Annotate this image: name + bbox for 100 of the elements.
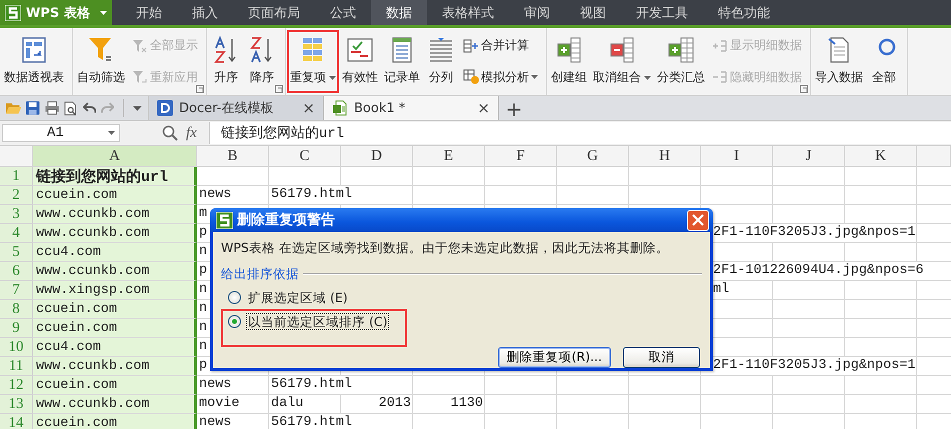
- menu-tab[interactable]: 视图: [565, 0, 621, 25]
- dialog-launcher-icon[interactable]: [800, 85, 808, 93]
- table-cell[interactable]: 链接到您网站的url: [33, 167, 197, 186]
- document-tab[interactable]: Docer-在线模板 ×: [149, 96, 324, 120]
- row-header[interactable]: 10: [0, 338, 33, 357]
- app-logo-icon: [5, 4, 21, 20]
- formula-field[interactable]: 链接到您网站的url: [208, 122, 951, 144]
- table-cell[interactable]: ccu4.com: [33, 338, 197, 357]
- radio-option[interactable]: 扩展选定区域 (E): [228, 289, 350, 306]
- row-header[interactable]: 8: [0, 300, 33, 319]
- column-header[interactable]: H: [629, 146, 701, 167]
- column-header[interactable]: J: [773, 146, 845, 167]
- ribbon-button[interactable]: 记录单: [381, 30, 423, 93]
- ribbon-button[interactable]: 升序: [208, 30, 244, 93]
- table-cell[interactable]: ccuein.com: [33, 300, 197, 319]
- menu-tab[interactable]: 数据: [371, 0, 427, 25]
- row-header[interactable]: 4: [0, 224, 33, 243]
- document-badge-icon: [157, 100, 173, 116]
- dialog-launcher-icon[interactable]: [275, 85, 283, 93]
- menu-tab[interactable]: 表格样式: [427, 0, 509, 25]
- menu-tab[interactable]: 插入: [177, 0, 233, 25]
- menu-tab[interactable]: 开发工具: [621, 0, 703, 25]
- dialog-message: WPS表格 在选定区域旁找到数据。由于您未选定此数据，因此无法将其删除。: [221, 240, 670, 255]
- subtotal-icon: [666, 35, 696, 65]
- radio-button[interactable]: [228, 315, 241, 328]
- table-cell[interactable]: www.ccunkb.com: [33, 205, 197, 224]
- row-header[interactable]: 6: [0, 262, 33, 281]
- ribbon-button[interactable]: 数据透视表: [1, 30, 67, 93]
- menu-tab[interactable]: 审阅: [509, 0, 565, 25]
- table-cell[interactable]: 2F1-110F3205J3.jpg&npos=1: [713, 224, 916, 242]
- ribbon-button[interactable]: 模拟分析: [460, 66, 541, 89]
- table-cell[interactable]: 56179.html: [271, 376, 352, 394]
- column-header[interactable]: K: [845, 146, 917, 167]
- row-header[interactable]: 13: [0, 395, 33, 414]
- ribbon-button[interactable]: 导入数据: [812, 30, 866, 93]
- document-tab[interactable]: Book1 * ×: [324, 96, 499, 120]
- ribbon-button[interactable]: 自动筛选: [74, 30, 128, 93]
- row-header[interactable]: 12: [0, 376, 33, 395]
- radio-button[interactable]: [228, 291, 241, 304]
- zoom-icon[interactable]: [162, 125, 178, 141]
- dialog-button[interactable]: 取消: [623, 347, 700, 368]
- ribbon-button[interactable]: 有效性: [339, 30, 381, 93]
- table-cell[interactable]: www.ccunkb.com: [33, 224, 197, 243]
- new-tab-button[interactable]: +: [499, 96, 529, 120]
- table-cell[interactable]: ccuein.com: [33, 319, 197, 338]
- row-header[interactable]: 2: [0, 186, 33, 205]
- menu-tab[interactable]: 特色功能: [703, 0, 785, 25]
- column-header[interactable]: E: [413, 146, 485, 167]
- row-header[interactable]: 14: [0, 414, 33, 429]
- undo-icon[interactable]: [82, 102, 96, 114]
- ribbon-button[interactable]: 分类汇总: [654, 30, 708, 93]
- table-cell[interactable]: ccu4.com: [33, 243, 197, 262]
- table-cell[interactable]: 2F1-101226094U4.jpg&npos=6: [713, 262, 924, 280]
- menu-tab[interactable]: 页面布局: [233, 0, 315, 25]
- dialog-button[interactable]: 删除重复项(R)...: [498, 347, 611, 368]
- column-header[interactable]: D: [341, 146, 413, 167]
- ribbon-button[interactable]: 创建组: [548, 30, 590, 93]
- ribbon-button[interactable]: 降序: [244, 30, 280, 93]
- table-cell[interactable]: www.ccunkb.com: [33, 395, 197, 414]
- close-button[interactable]: [687, 210, 709, 230]
- print-preview-icon[interactable]: [64, 100, 78, 116]
- row-header[interactable]: 9: [0, 319, 33, 338]
- row-header[interactable]: 1: [0, 167, 33, 186]
- table-cell[interactable]: 56179.html: [271, 186, 352, 204]
- menu-tab[interactable]: 开始: [121, 0, 177, 25]
- column-header[interactable]: A: [33, 146, 197, 167]
- ribbon-button[interactable]: 合并计算: [460, 34, 541, 58]
- row-header[interactable]: 7: [0, 281, 33, 300]
- function-button[interactable]: fx: [186, 124, 197, 142]
- caret-icon: [531, 75, 538, 80]
- ribbon-button[interactable]: 全部: [866, 30, 902, 93]
- ribbon-button[interactable]: 取消组合: [590, 30, 654, 93]
- row-header[interactable]: 5: [0, 243, 33, 262]
- app-logo-icon: [216, 212, 233, 228]
- column-header[interactable]: B: [197, 146, 269, 167]
- row-header[interactable]: 3: [0, 205, 33, 224]
- table-cell[interactable]: ccuein.com: [33, 186, 197, 205]
- table-cell[interactable]: www.ccunkb.com: [33, 262, 197, 281]
- row-header[interactable]: 11: [0, 357, 33, 376]
- table-cell[interactable]: 56179.html: [271, 414, 352, 429]
- column-header[interactable]: F: [485, 146, 557, 167]
- print-icon[interactable]: [44, 101, 60, 115]
- table-cell[interactable]: 2F1-110F3205J3.jpg&npos=1: [713, 357, 916, 375]
- column-header[interactable]: C: [269, 146, 341, 167]
- save-icon[interactable]: [26, 101, 40, 115]
- table-cell[interactable]: www.ccunkb.com: [33, 357, 197, 376]
- column-header[interactable]: I: [701, 146, 773, 167]
- ribbon-button[interactable]: 重复项: [287, 30, 339, 93]
- table-cell[interactable]: ccuein.com: [33, 376, 197, 395]
- name-box[interactable]: A1: [2, 124, 120, 142]
- dialog-launcher-icon[interactable]: [196, 85, 204, 93]
- menu-tab[interactable]: 公式: [315, 0, 371, 25]
- what-if-icon: [463, 69, 479, 86]
- table-cell[interactable]: ccuein.com: [33, 414, 197, 429]
- group-label: 给出排序依据: [221, 266, 299, 281]
- caret-icon[interactable]: [133, 106, 142, 110]
- ribbon-button[interactable]: 分列: [423, 30, 459, 93]
- table-cell[interactable]: www.xingsp.com: [33, 281, 197, 300]
- app-menu-button[interactable]: WPS 表格: [0, 0, 112, 25]
- column-header[interactable]: G: [557, 146, 629, 167]
